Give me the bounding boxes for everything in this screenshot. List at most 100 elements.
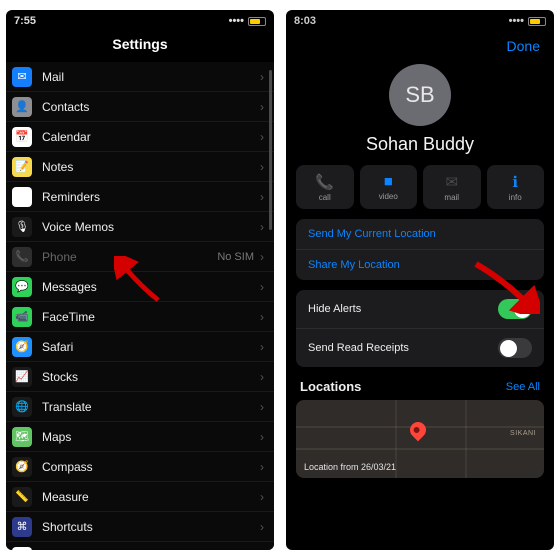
locations-header: Locations See All xyxy=(286,379,554,394)
row-label: Messages xyxy=(42,280,260,294)
settings-row-shortcuts[interactable]: ⌘Shortcuts› xyxy=(6,512,274,542)
row-label: Share My Location xyxy=(308,259,400,271)
settings-row-mail[interactable]: ✉Mail› xyxy=(6,62,274,92)
phone-icon: 📞 xyxy=(315,173,334,191)
compass-icon: 🧭 xyxy=(12,457,32,477)
avatar[interactable]: SB xyxy=(389,64,451,126)
action-grid: 📞 call ■ video ✉ mail ℹ info xyxy=(286,165,554,209)
chevron-right-icon: › xyxy=(260,70,264,84)
chevron-right-icon: › xyxy=(260,400,264,414)
row-label: Compass xyxy=(42,460,260,474)
settings-row-translate[interactable]: 🌐 Translate› xyxy=(6,392,274,422)
settings-row-reminders[interactable]: ☑ Reminders› xyxy=(6,182,274,212)
done-button[interactable]: Done xyxy=(507,38,540,54)
settings-list[interactable]: ✉Mail›👤Contacts›📅Calendar›📝Notes›☑Remind… xyxy=(6,62,274,550)
measure-icon: 📏 xyxy=(12,487,32,507)
location-actions-card: Send My Current Location Share My Locati… xyxy=(296,219,544,280)
safari-icon: 🧭 xyxy=(12,337,32,357)
settings-phone: 7:55 •••• Settings ✉Mail›👤Contacts›📅Cale… xyxy=(6,10,274,550)
messages-icon: 💬 xyxy=(12,277,32,297)
send-read-toggle[interactable] xyxy=(498,338,532,358)
chevron-right-icon: › xyxy=(260,550,264,551)
calendar-icon: 📅 xyxy=(12,127,32,147)
settings-row-facetime[interactable]: 📹 FaceTime› xyxy=(6,302,274,332)
settings-row-messages[interactable]: 💬Messages› xyxy=(6,272,274,302)
hide-alerts-toggle[interactable] xyxy=(498,299,532,319)
battery-icon xyxy=(248,17,266,26)
chevron-right-icon: › xyxy=(260,130,264,144)
row-label: Hide Alerts xyxy=(308,303,361,315)
row-label: FaceTime xyxy=(42,310,260,324)
stocks-icon: 📈 xyxy=(12,367,32,387)
row-label: Stocks xyxy=(42,370,260,384)
row-label: Reminders xyxy=(42,190,260,204)
chevron-right-icon: › xyxy=(260,520,264,534)
settings-row-voice-memos[interactable]: 🎙Voice Memos› xyxy=(6,212,274,242)
chevron-right-icon: › xyxy=(260,460,264,474)
row-label: Maps xyxy=(42,430,260,444)
notes-icon: 📝 xyxy=(12,157,32,177)
settings-row-compass[interactable]: 🧭 Compass› xyxy=(6,452,274,482)
chevron-right-icon: › xyxy=(260,160,264,174)
scroll-indicator[interactable] xyxy=(269,70,272,230)
row-label: Voice Memos xyxy=(42,220,260,234)
video-action[interactable]: ■ video xyxy=(360,165,418,209)
voice-memos-icon: 🎙 xyxy=(12,217,32,237)
chevron-right-icon: › xyxy=(260,310,264,324)
settings-row-safari[interactable]: 🧭 Safari› xyxy=(6,332,274,362)
row-label: Phone xyxy=(42,250,217,264)
see-all-link[interactable]: See All xyxy=(506,381,540,393)
contact-name: Sohan Buddy xyxy=(286,134,554,155)
settings-row-phone[interactable]: 📞PhoneNo SIM› xyxy=(6,242,274,272)
action-label: info xyxy=(509,193,522,202)
settings-row-notes[interactable]: 📝 Notes› xyxy=(6,152,274,182)
settings-row-health[interactable]: ❤Health› xyxy=(6,542,274,550)
send-location-row[interactable]: Send My Current Location xyxy=(296,219,544,250)
settings-row-stocks[interactable]: 📈Stocks› xyxy=(6,362,274,392)
send-read-row: Send Read Receipts xyxy=(296,329,544,367)
location-map[interactable]: SIKANI Location from 26/03/21 xyxy=(296,400,544,478)
row-label: Safari xyxy=(42,340,260,354)
row-detail: No SIM xyxy=(217,251,254,263)
settings-row-maps[interactable]: 🗺 Maps› xyxy=(6,422,274,452)
chevron-right-icon: › xyxy=(260,340,264,354)
mail-action[interactable]: ✉ mail xyxy=(423,165,481,209)
action-label: call xyxy=(319,193,331,202)
chevron-right-icon: › xyxy=(260,430,264,444)
info-icon: ℹ xyxy=(512,173,518,191)
row-label: Send Read Receipts xyxy=(308,342,409,354)
chevron-right-icon: › xyxy=(260,490,264,504)
status-bar: 8:03 •••• xyxy=(286,10,554,32)
reminders-icon: ☑ xyxy=(12,187,32,207)
chevron-right-icon: › xyxy=(260,100,264,114)
chevron-right-icon: › xyxy=(260,190,264,204)
share-location-row[interactable]: Share My Location xyxy=(296,250,544,280)
action-label: mail xyxy=(444,193,459,202)
info-action[interactable]: ℹ info xyxy=(487,165,545,209)
settings-row-contacts[interactable]: 👤 Contacts› xyxy=(6,92,274,122)
hide-alerts-row: Hide Alerts xyxy=(296,290,544,329)
row-label: Health xyxy=(42,550,260,551)
translate-icon: 🌐 xyxy=(12,397,32,417)
status-time: 8:03 xyxy=(294,15,316,27)
settings-row-measure[interactable]: 📏 Measure› xyxy=(6,482,274,512)
row-label: Translate xyxy=(42,400,260,414)
map-pin-icon xyxy=(407,419,430,442)
row-label: Measure xyxy=(42,490,260,504)
contact-phone: 8:03 •••• Done SB Sohan Buddy 📞 call ■ v… xyxy=(286,10,554,550)
map-area-label: SIKANI xyxy=(510,430,536,437)
facetime-icon: 📹 xyxy=(12,307,32,327)
maps-icon: 🗺 xyxy=(12,427,32,447)
map-caption: Location from 26/03/21 xyxy=(304,462,396,472)
row-label: Notes xyxy=(42,160,260,174)
signal-icon: •••• xyxy=(509,15,524,27)
locations-title: Locations xyxy=(300,379,361,394)
row-label: Calendar xyxy=(42,130,260,144)
battery-icon xyxy=(528,17,546,26)
settings-row-calendar[interactable]: 📅 Calendar› xyxy=(6,122,274,152)
avatar-initials: SB xyxy=(405,82,434,108)
contacts-icon: 👤 xyxy=(12,97,32,117)
call-action[interactable]: 📞 call xyxy=(296,165,354,209)
status-time: 7:55 xyxy=(14,15,36,27)
row-label: Contacts xyxy=(42,100,260,114)
